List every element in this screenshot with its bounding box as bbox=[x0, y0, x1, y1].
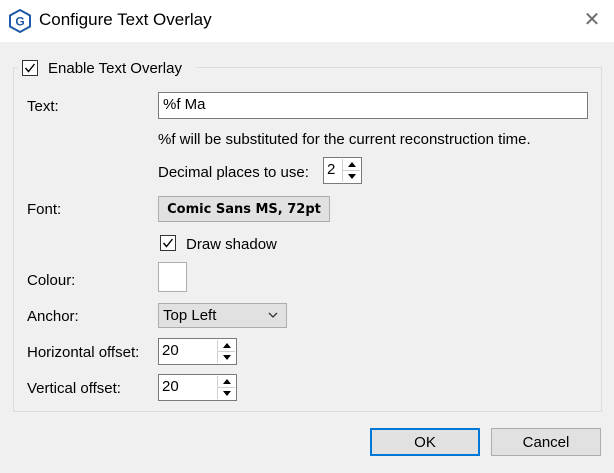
spin-down-icon[interactable] bbox=[218, 388, 235, 400]
ok-button[interactable]: OK bbox=[370, 428, 480, 456]
app-logo-icon: G bbox=[9, 9, 31, 33]
spin-down-icon[interactable] bbox=[218, 352, 235, 364]
title-bar: G Configure Text Overlay ✕ bbox=[0, 0, 614, 42]
anchor-selected-value: Top Left bbox=[163, 307, 217, 324]
draw-shadow-label[interactable]: Draw shadow bbox=[186, 236, 277, 253]
decimal-places-label: Decimal places to use: bbox=[158, 164, 309, 181]
vertical-offset-value[interactable]: 20 bbox=[162, 378, 179, 395]
close-icon[interactable]: ✕ bbox=[582, 10, 602, 30]
chevron-down-icon bbox=[268, 312, 278, 318]
enable-overlay-label[interactable]: Enable Text Overlay bbox=[48, 60, 182, 77]
spin-up-icon[interactable] bbox=[218, 376, 235, 388]
horizontal-offset-label: Horizontal offset: bbox=[27, 344, 140, 361]
spin-buttons bbox=[342, 159, 360, 182]
horizontal-offset-spinbox[interactable]: 20 bbox=[158, 338, 237, 365]
anchor-label: Anchor: bbox=[27, 308, 79, 325]
anchor-dropdown[interactable]: Top Left bbox=[158, 303, 287, 328]
spin-buttons bbox=[217, 376, 235, 399]
draw-shadow-checkbox[interactable] bbox=[160, 235, 176, 251]
spin-buttons bbox=[217, 340, 235, 363]
checkmark-icon bbox=[162, 238, 174, 248]
cancel-button[interactable]: Cancel bbox=[491, 428, 601, 456]
font-label: Font: bbox=[27, 201, 62, 218]
text-label: Text: bbox=[27, 98, 59, 115]
colour-swatch-button[interactable] bbox=[158, 262, 187, 292]
window-title: Configure Text Overlay bbox=[39, 10, 212, 29]
spin-up-icon[interactable] bbox=[218, 340, 235, 352]
font-select-button[interactable]: Comic Sans MS, 72pt bbox=[158, 196, 330, 222]
enable-overlay-checkbox[interactable] bbox=[22, 60, 38, 76]
vertical-offset-spinbox[interactable]: 20 bbox=[158, 374, 237, 401]
colour-label: Colour: bbox=[27, 272, 76, 289]
spin-down-icon[interactable] bbox=[343, 171, 360, 183]
app-logo-letter: G bbox=[15, 15, 24, 29]
checkmark-icon bbox=[24, 63, 36, 73]
text-hint: %f will be substituted for the current r… bbox=[158, 131, 531, 148]
vertical-offset-label: Vertical offset: bbox=[27, 380, 121, 397]
text-input[interactable]: %f Ma bbox=[158, 92, 588, 119]
spin-up-icon[interactable] bbox=[343, 159, 360, 171]
decimal-places-value[interactable]: 2 bbox=[327, 161, 335, 178]
horizontal-offset-value[interactable]: 20 bbox=[162, 342, 179, 359]
decimal-places-spinbox[interactable]: 2 bbox=[323, 157, 362, 184]
